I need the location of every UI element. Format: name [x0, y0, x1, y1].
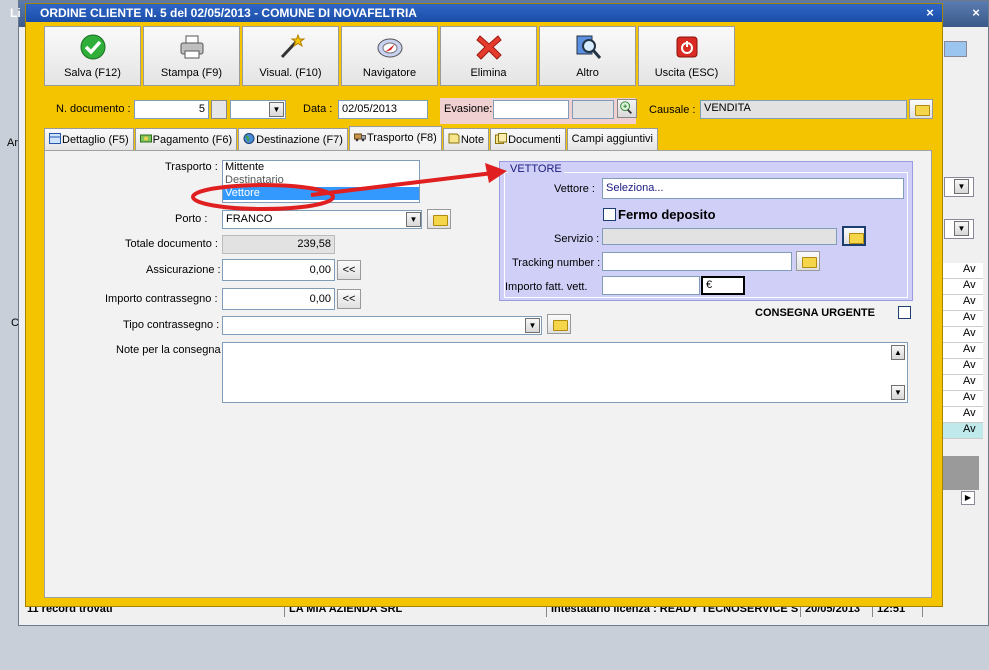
list-item[interactable]: Av	[943, 295, 983, 311]
window-title-bar: ORDINE CLIENTE N. 5 del 02/05/2013 - COM…	[26, 4, 942, 22]
printer-icon	[180, 35, 204, 59]
save-button[interactable]: Salva (F12)	[44, 26, 141, 86]
print-button-label: Stampa (F9)	[160, 67, 223, 79]
list-item[interactable]: Av	[943, 327, 983, 343]
evasione-label: Evasione:	[444, 103, 493, 115]
save-button-label: Salva (F12)	[64, 67, 121, 79]
background-close-icon[interactable]: ×	[968, 5, 984, 21]
exit-button-label: Uscita (ESC)	[654, 67, 719, 79]
tab-trasporto[interactable]: Trasporto (F8)	[348, 126, 442, 150]
truck-icon	[353, 133, 366, 142]
tab-dettaglio-label: Dettaglio (F5)	[62, 134, 129, 146]
tab-campi-aggiuntivi[interactable]: Campi aggiuntivi	[566, 128, 658, 150]
grid-icon	[49, 133, 61, 144]
background-grey-area	[943, 456, 979, 490]
more-button[interactable]: Altro	[539, 26, 636, 86]
background-label-c: C	[11, 317, 19, 329]
tab-pagamento[interactable]: Pagamento (F6)	[134, 128, 238, 150]
chevron-down-icon[interactable]: ▼	[269, 102, 284, 117]
exit-button[interactable]: Uscita (ESC)	[638, 26, 735, 86]
zoom-in-icon	[620, 101, 632, 114]
list-item[interactable]: Av	[943, 279, 983, 295]
globe-icon	[243, 133, 255, 144]
navigator-button-label: Navigatore	[362, 67, 417, 79]
ndoc-input[interactable]: 5	[134, 100, 209, 119]
trasporto-panel: Trasporto : Mittente Destinatario Vettor…	[44, 150, 932, 598]
window-title: ORDINE CLIENTE N. 5 del 02/05/2013 - COM…	[40, 6, 417, 20]
delete-button-label: Elimina	[470, 67, 507, 79]
order-window: ORDINE CLIENTE N. 5 del 02/05/2013 - COM…	[10, 3, 943, 607]
tab-destinazione[interactable]: Destinazione (F7)	[238, 128, 348, 150]
tab-documenti-label: Documenti	[508, 134, 561, 146]
evasione-input[interactable]	[493, 100, 569, 119]
compass-icon	[377, 38, 403, 58]
delete-button[interactable]: Elimina	[440, 26, 537, 86]
money-icon	[139, 134, 152, 143]
chevron-down-icon[interactable]: ▼	[954, 221, 969, 236]
scroll-down-icon[interactable]: ▼	[891, 385, 905, 400]
causale-folder-icon[interactable]	[909, 99, 933, 119]
background-selected-item	[944, 41, 967, 57]
annotation-ellipse	[191, 183, 335, 211]
more-button-label: Altro	[576, 67, 599, 79]
tab-dettaglio[interactable]: Dettaglio (F5)	[44, 128, 134, 150]
magnifier-icon	[576, 35, 602, 59]
scroll-right-icon[interactable]: ▶	[961, 491, 975, 505]
chevron-down-icon[interactable]: ▼	[954, 179, 969, 194]
annotation-overlay	[191, 163, 507, 211]
date-label: Data :	[303, 103, 333, 115]
list-item[interactable]: Av	[943, 311, 983, 327]
ndoc-label: N. documento :	[56, 103, 131, 115]
print-button[interactable]: Stampa (F9)	[143, 26, 240, 86]
evasione-secondary-input[interactable]	[572, 100, 614, 119]
close-icon[interactable]: ×	[922, 5, 938, 21]
tab-campi-aggiuntivi-label: Campi aggiuntivi	[571, 133, 653, 145]
preview-button-label: Visual. (F10)	[259, 67, 322, 79]
tab-documenti[interactable]: Documenti	[490, 128, 566, 150]
preview-button[interactable]: Visual. (F10)	[242, 26, 339, 86]
tab-pagamento-label: Pagamento (F6)	[152, 134, 233, 146]
tab-note[interactable]: Note	[442, 128, 490, 150]
causale-input[interactable]: VENDITA	[700, 100, 907, 119]
note-icon	[448, 133, 460, 144]
list-item[interactable]: Av	[943, 263, 983, 279]
list-item[interactable]: Av	[943, 343, 983, 359]
toolbar: Salva (F12) Stampa (F9) Visual. (F10) Na…	[44, 26, 735, 86]
date-input[interactable]: 02/05/2013	[338, 100, 428, 119]
annotation-arrow-line	[310, 171, 494, 197]
window-title-prefix: Li	[10, 6, 21, 20]
list-item[interactable]: Av	[943, 391, 983, 407]
navigator-button[interactable]: Navigatore	[341, 26, 438, 86]
window-body: Salva (F12) Stampa (F9) Visual. (F10) Na…	[40, 22, 936, 604]
annotation-arrow-head	[485, 163, 507, 183]
power-icon	[676, 36, 698, 58]
magic-wand-icon	[280, 33, 305, 59]
tab-trasporto-label: Trasporto (F8)	[366, 132, 437, 144]
documents-icon	[495, 133, 508, 144]
background-record-list[interactable]: Av Av Av Av Av Av Av Av Av Av Av	[943, 263, 983, 443]
background-label-ar: Ar	[7, 137, 18, 149]
list-item[interactable]: Av	[943, 359, 983, 375]
check-icon	[80, 34, 106, 60]
causale-label: Causale :	[649, 104, 696, 116]
evasione-zoom-button[interactable]	[617, 99, 637, 118]
note-consegna-textarea[interactable]	[222, 342, 908, 403]
tab-note-label: Note	[460, 134, 485, 146]
list-item[interactable]: Av	[943, 423, 983, 439]
list-item[interactable]: Av	[943, 407, 983, 423]
ndoc-suffix-button[interactable]	[211, 100, 227, 119]
tab-destinazione-label: Destinazione (F7)	[256, 134, 343, 146]
tab-bar: Dettaglio (F5) Pagamento (F6) Destinazio…	[44, 126, 659, 150]
list-item[interactable]: Av	[943, 375, 983, 391]
delete-x-icon	[476, 35, 502, 60]
